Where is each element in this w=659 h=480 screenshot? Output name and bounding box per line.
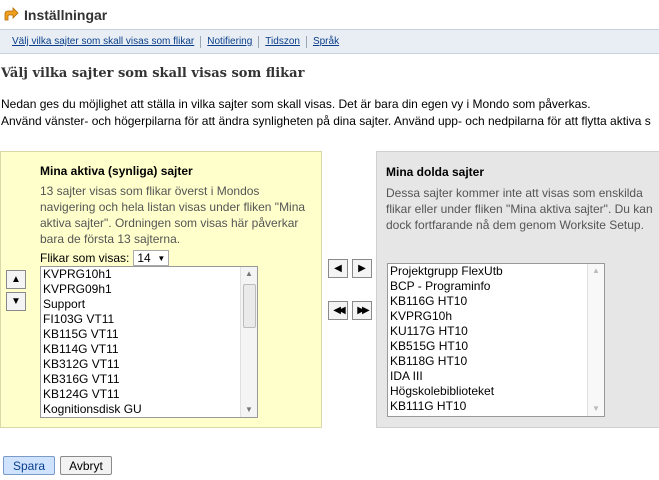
description-line: navigering och hela listan visas under f… bbox=[40, 200, 306, 214]
hidden-sites-description: Dessa sajter kommer inte att visas som e… bbox=[386, 185, 653, 233]
intro-line: Nedan ges du möjlighet att ställa in vil… bbox=[1, 97, 591, 111]
intro-line: Använd vänster- och högerpilarna för att… bbox=[1, 114, 651, 128]
active-list-scrollbar[interactable]: ▲ ▼ bbox=[240, 267, 257, 417]
list-item[interactable]: KB115G VT11 bbox=[41, 327, 257, 342]
scroll-down-icon[interactable]: ▼ bbox=[588, 402, 604, 416]
description-line: bara de första 13 sajterna. bbox=[40, 232, 181, 246]
scroll-up-icon[interactable]: ▲ bbox=[588, 264, 604, 278]
active-sites-title: Mina aktiva (synliga) sajter bbox=[40, 164, 193, 178]
list-item[interactable]: Projektgrupp FlexUtb bbox=[388, 264, 604, 279]
active-sites-description: 13 sajter visas som flikar överst i Mond… bbox=[40, 183, 305, 247]
list-item[interactable]: KU117G HT10 bbox=[388, 324, 604, 339]
double-arrow-left-icon: ◀◀ bbox=[333, 305, 346, 316]
hidden-sites-list[interactable]: Projektgrupp FlexUtb BCP - Programinfo KB1… bbox=[387, 263, 605, 417]
title-bar: Inställningar bbox=[0, 0, 659, 29]
arrow-right-icon: ▶ bbox=[358, 263, 366, 274]
scroll-up-icon[interactable]: ▲ bbox=[241, 267, 257, 281]
list-item[interactable]: KB116G HT10 bbox=[388, 294, 604, 309]
move-left-button[interactable]: ◀ bbox=[328, 259, 348, 278]
nav-link-notifications[interactable]: Notifiering bbox=[201, 36, 258, 47]
description-line: aktiva sajter". Ordningen som visas här … bbox=[40, 216, 299, 230]
cancel-label: Avbryt bbox=[69, 458, 103, 473]
tab-count-select[interactable]: 14 ▼ bbox=[133, 250, 170, 266]
section-heading: Välj vilka sajter som skall visas som fl… bbox=[1, 66, 305, 81]
list-item[interactable]: KVPRG10h bbox=[388, 309, 604, 324]
move-up-button[interactable]: ▲ bbox=[6, 270, 26, 289]
active-sites-list[interactable]: KVPRG10h1 KVPRG09h1 Support FI103G VT11 KB11… bbox=[40, 266, 258, 418]
list-item[interactable]: KB111G HT10 bbox=[388, 399, 604, 414]
move-all-right-button[interactable]: ▶▶ bbox=[352, 301, 372, 320]
list-item[interactable]: Support bbox=[41, 297, 257, 312]
active-items: KVPRG10h1 KVPRG09h1 Support FI103G VT11 KB11… bbox=[41, 267, 257, 417]
hidden-list-scrollbar[interactable]: ▲ ▼ bbox=[587, 264, 604, 416]
list-item[interactable]: FI103G VT11 bbox=[41, 312, 257, 327]
nav-link-visible-sites[interactable]: Välj vilka sajter som skall visas som fl… bbox=[6, 36, 200, 47]
nav-link-timezone[interactable]: Tidszon bbox=[259, 36, 306, 47]
list-item[interactable]: KB316G VT11 bbox=[41, 372, 257, 387]
hidden-items: Projektgrupp FlexUtb BCP - Programinfo KB1… bbox=[388, 264, 604, 414]
settings-arrow-icon bbox=[4, 6, 19, 20]
list-item[interactable]: Kognitionsdisk GU bbox=[41, 402, 257, 417]
description-line: Dessa sajter kommer inte att visas som e… bbox=[386, 186, 643, 200]
cancel-button[interactable]: Avbryt bbox=[60, 456, 112, 475]
intro-text: Nedan ges du möjlighet att ställa in vil… bbox=[1, 96, 651, 130]
tab-count-label: Flikar som visas: bbox=[40, 251, 130, 265]
description-line: dock fortfarande nå dem genom Worksite S… bbox=[386, 218, 644, 232]
hidden-sites-title: Mina dolda sajter bbox=[386, 165, 485, 179]
tab-count-control: Flikar som visas: 14 ▼ bbox=[40, 250, 170, 266]
page-title: Inställningar bbox=[24, 6, 108, 23]
move-down-button[interactable]: ▼ bbox=[6, 292, 26, 311]
scroll-thumb[interactable] bbox=[243, 284, 256, 328]
nav-link-language[interactable]: Språk bbox=[307, 36, 345, 47]
move-all-left-button[interactable]: ◀◀ bbox=[328, 301, 348, 320]
list-item[interactable]: IDA III bbox=[388, 369, 604, 384]
save-label: Spara bbox=[12, 458, 46, 473]
list-item[interactable]: KVPRG10h1 bbox=[41, 267, 257, 282]
list-item[interactable]: KB114G VT11 bbox=[41, 342, 257, 357]
list-item[interactable]: KB118G HT10 bbox=[388, 354, 604, 369]
tab-count-value: 14 bbox=[137, 251, 151, 265]
dropdown-arrow-icon: ▼ bbox=[157, 253, 166, 263]
list-item[interactable]: BCP - Programinfo bbox=[388, 279, 604, 294]
settings-nav: Välj vilka sajter som skall visas som fl… bbox=[0, 29, 659, 54]
arrow-down-icon: ▼ bbox=[11, 296, 21, 307]
move-right-button[interactable]: ▶ bbox=[352, 259, 372, 278]
list-item[interactable]: KB312G VT11 bbox=[41, 357, 257, 372]
list-item[interactable]: KB515G HT10 bbox=[388, 339, 604, 354]
list-item[interactable]: KVPRG09h1 bbox=[41, 282, 257, 297]
double-arrow-right-icon: ▶▶ bbox=[357, 305, 370, 316]
description-line: 13 sajter visas som flikar överst i Mond… bbox=[40, 184, 260, 198]
list-item[interactable]: KB124G VT11 bbox=[41, 387, 257, 402]
arrow-up-icon: ▲ bbox=[11, 274, 21, 285]
arrow-left-icon: ◀ bbox=[334, 263, 342, 274]
list-item[interactable]: Högskolebiblioteket bbox=[388, 384, 604, 399]
scroll-down-icon[interactable]: ▼ bbox=[241, 403, 257, 417]
save-button[interactable]: Spara bbox=[3, 456, 55, 475]
description-line: flikar eller under fliken "Mina aktiva s… bbox=[386, 202, 653, 216]
